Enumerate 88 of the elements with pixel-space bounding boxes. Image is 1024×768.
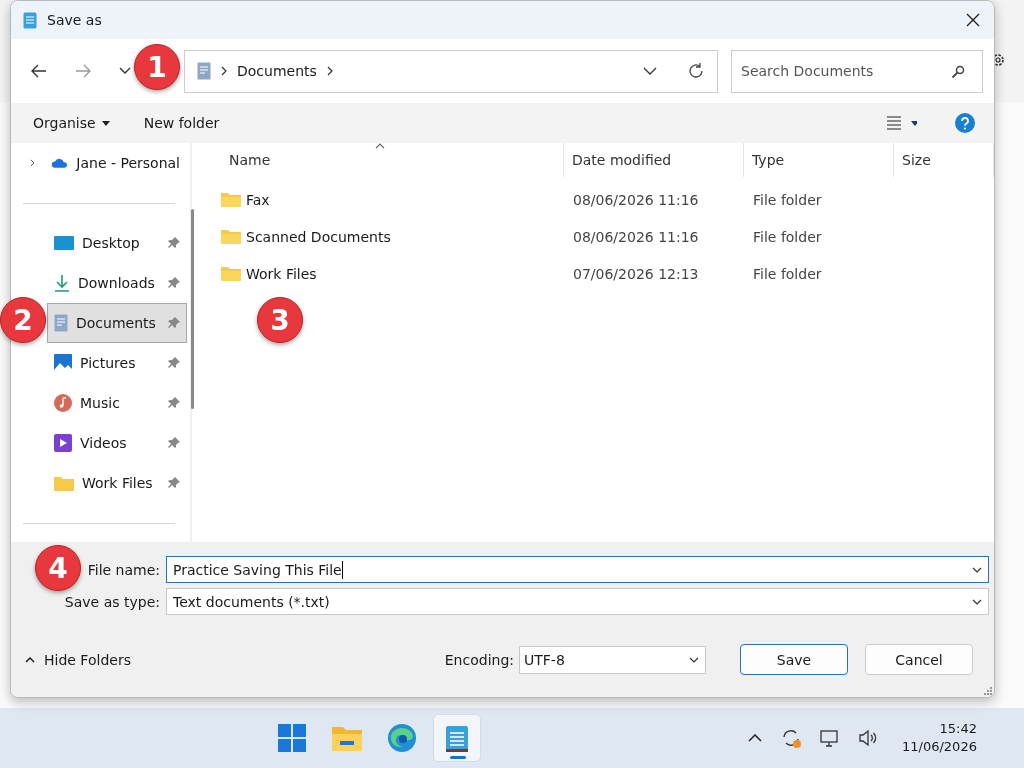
file-name[interactable]: Work Files — [246, 265, 317, 282]
folder-icon — [54, 475, 74, 491]
music-icon — [54, 394, 72, 412]
file-type: File folder — [753, 228, 822, 245]
chevron-down-icon — [689, 656, 699, 663]
search-icon — [951, 64, 965, 79]
video-icon — [54, 434, 72, 452]
file-name-field[interactable]: Practice Saving This File — [166, 556, 989, 583]
desktop-icon — [54, 235, 74, 251]
pin-icon[interactable] — [168, 317, 180, 329]
dialog-button[interactable]: Save — [740, 644, 848, 675]
scrollbar-thumb[interactable] — [191, 209, 194, 409]
column-header[interactable]: Date modified — [564, 143, 744, 177]
column-label: Date modified — [572, 152, 672, 168]
chevron-up-icon — [25, 656, 35, 663]
sidebar-item[interactable]: Work Files — [47, 463, 187, 503]
organise-button[interactable]: Organise — [25, 111, 118, 135]
breadcrumb-item[interactable]: Documents — [237, 63, 317, 79]
document-icon — [197, 62, 211, 80]
sidebar-item[interactable]: Videos — [47, 423, 187, 463]
folder-icon — [221, 265, 241, 282]
resize-grip-icon[interactable] — [984, 687, 992, 695]
cloud-icon — [50, 156, 69, 170]
folder-icon — [221, 228, 241, 245]
sidebar-item[interactable]: Documents — [47, 303, 187, 343]
pin-icon[interactable] — [168, 237, 180, 249]
pin-icon[interactable] — [168, 477, 180, 489]
pin-icon[interactable] — [168, 277, 180, 289]
sidebar-item[interactable]: Downloads — [47, 263, 187, 303]
sort-caret-icon — [375, 143, 385, 149]
column-label: Size — [902, 152, 931, 168]
pin-icon[interactable] — [168, 437, 180, 449]
step-number-badge: 2 — [0, 297, 46, 343]
search-field[interactable]: Search Documents — [731, 49, 983, 93]
help-icon[interactable] — [955, 113, 975, 133]
dialog-button[interactable]: Cancel — [865, 644, 973, 675]
chevron-down-icon[interactable] — [972, 566, 982, 573]
encoding-dropdown[interactable]: UTF-8 — [519, 645, 706, 674]
file-type: File folder — [753, 191, 822, 208]
file-type: File folder — [753, 265, 822, 282]
picture-icon — [54, 354, 72, 372]
new-folder-button[interactable]: New folder — [135, 111, 228, 135]
chevron-right-icon[interactable] — [30, 158, 35, 168]
window-title: Save as — [47, 12, 102, 28]
sidebar-item[interactable]: Jane - Personal — [11, 143, 187, 183]
chevron-right-icon — [221, 66, 227, 76]
column-header[interactable]: Type — [744, 143, 894, 177]
date-modified: 08/06/2026 11:16 — [573, 191, 699, 208]
chevron-down-icon[interactable] — [119, 67, 131, 75]
save-as-type-label: Save as type: — [64, 593, 160, 610]
folder-icon — [221, 191, 241, 208]
chevron-down-icon[interactable] — [643, 67, 657, 75]
sidebar-item[interactable]: Music — [47, 383, 187, 423]
hide-folders-button[interactable]: Hide Folders — [11, 647, 145, 672]
date-modified: 07/06/2026 12:13 — [573, 265, 699, 282]
file-name-label: File name: — [87, 561, 160, 578]
download-icon — [54, 274, 70, 292]
notepad-icon[interactable] — [432, 714, 481, 762]
chevron-up-icon[interactable] — [748, 734, 762, 742]
save-as-type-dropdown[interactable]: Text documents (*.txt) — [166, 588, 989, 615]
clock-date[interactable]: 11/06/2026 — [902, 738, 977, 756]
sidebar-item[interactable]: Pictures — [47, 343, 187, 383]
close-icon[interactable] — [966, 13, 980, 27]
refresh-icon[interactable] — [687, 62, 705, 80]
view-options-icon[interactable] — [887, 116, 917, 130]
column-header[interactable]: Name — [221, 143, 564, 177]
document-icon — [54, 314, 68, 332]
network-icon[interactable] — [820, 728, 840, 748]
column-label: Type — [752, 152, 785, 168]
sidebar-item[interactable]: Desktop — [47, 223, 187, 263]
date-modified: 08/06/2026 11:16 — [573, 228, 699, 245]
file-name[interactable]: Fax — [246, 191, 270, 208]
volume-icon[interactable] — [858, 729, 878, 747]
column-header[interactable]: Size — [894, 143, 994, 177]
column-label: Name — [229, 152, 271, 168]
back-icon[interactable] — [31, 64, 47, 78]
forward-icon[interactable] — [75, 64, 91, 78]
clock-time[interactable]: 15:42 — [939, 720, 977, 738]
notepad-icon — [23, 11, 37, 29]
chevron-down-icon[interactable] — [972, 598, 982, 605]
address-bar[interactable]: Documents — [184, 49, 718, 93]
pin-icon[interactable] — [168, 357, 180, 369]
encoding-label: Encoding: — [444, 651, 514, 668]
sync-icon[interactable] — [780, 727, 802, 749]
pin-icon[interactable] — [168, 397, 180, 409]
chevron-right-icon — [326, 66, 333, 76]
file-name[interactable]: Scanned Documents — [246, 228, 391, 245]
caret-down-icon — [101, 120, 110, 126]
